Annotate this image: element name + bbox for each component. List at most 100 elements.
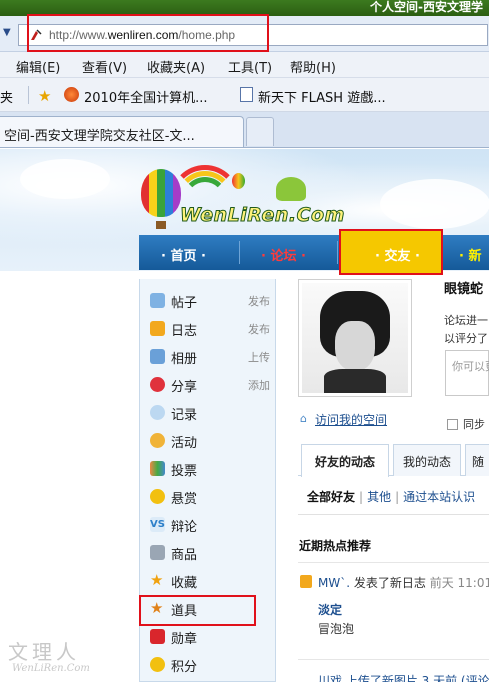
sidebar-item-share[interactable]: 分享 添加	[150, 376, 274, 396]
vs-icon: VS	[150, 517, 165, 532]
page-icon	[240, 87, 253, 102]
sidebar-item-debate[interactable]: VS 辩论	[150, 516, 274, 536]
nav-friends-active[interactable]: · 交友 ·	[339, 229, 443, 275]
feed-entry-sub: 冒泡泡	[318, 622, 355, 636]
nav-forum[interactable]: · 论坛 ·	[261, 245, 306, 264]
feed-entry-title[interactable]: 淡定	[318, 601, 342, 618]
avatar-body	[324, 369, 386, 393]
sidebar-item-label: 相册	[171, 352, 198, 367]
sidebar-item-label: 活动	[171, 436, 198, 451]
sidebar-action-upload[interactable]: 上传	[248, 349, 270, 365]
sidebar-item-medal[interactable]: 勋章	[150, 628, 274, 648]
filter-other[interactable]: 其他	[367, 490, 391, 504]
window-title: 个人空间-西安文理学	[370, 0, 483, 14]
sidebar-action-post[interactable]: 发布	[248, 293, 270, 309]
sidebar-item-label: 分享	[171, 380, 198, 395]
sidebar-item-points[interactable]: 积分	[150, 656, 274, 676]
web-page: WenLiRen.Com · 首页 · · 论坛 · · 新 · 交友 · 帖子…	[0, 149, 489, 682]
tab-label: 我的动态	[402, 455, 451, 469]
sidebar-item-label: 商品	[171, 548, 198, 563]
heart-icon	[150, 377, 165, 392]
feed-item-2[interactable]: 川戏 上传了新图片 3 天前 (评论	[318, 672, 489, 682]
sidebar-item-label: 投票	[171, 464, 198, 479]
sidebar-action-add[interactable]: 添加	[248, 377, 270, 393]
gold-icon	[150, 489, 165, 504]
feed-time: 前天 11:01	[429, 576, 489, 590]
feed-user-link[interactable]: MW`.	[318, 576, 350, 590]
favorite-item-1[interactable]: 2010年全国计算机...	[84, 87, 207, 106]
status-placeholder: 你可以更	[452, 360, 489, 373]
nav-friends: · 交友 ·	[375, 249, 420, 264]
watermark-sub: WenLiRen.Com	[12, 663, 90, 674]
dropdown-arrow-icon[interactable]: ▼	[3, 27, 11, 38]
chat-icon	[150, 405, 165, 420]
journal-icon	[300, 575, 312, 588]
menu-favorites[interactable]: 收藏夹(A)	[147, 57, 205, 76]
sidebar-action-post[interactable]: 发布	[248, 321, 270, 337]
avatar[interactable]	[298, 279, 412, 397]
cloud	[380, 179, 489, 229]
sidebar-item-label: 记录	[171, 408, 198, 423]
divider	[298, 562, 489, 563]
sync-checkbox[interactable]	[447, 419, 458, 430]
favorite-item-2[interactable]: 新天下 FLASH 遊戲...	[258, 87, 386, 106]
menu-bar: 编辑(E) 查看(V) 收藏夹(A) 工具(T) 帮助(H)	[0, 52, 489, 78]
tab-bar: 空间-西安文理学院交友社区-文...	[0, 112, 489, 148]
feed-tabs: 好友的动态 我的动态 随	[298, 442, 489, 477]
tab-random[interactable]: 随	[465, 444, 489, 476]
balloon-basket	[156, 221, 166, 229]
tab-my-feed[interactable]: 我的动态	[393, 444, 461, 476]
status-input[interactable]: 你可以更	[445, 350, 489, 396]
cloud	[20, 159, 110, 199]
sidebar-item-journal[interactable]: 日志 发布	[150, 320, 274, 340]
feed-action: 发表了新日志	[353, 576, 426, 590]
visit-space-link[interactable]: 访问我的空间	[315, 411, 387, 428]
filter-site-met[interactable]: 通过本站认识	[403, 490, 475, 504]
sidebar-item-album[interactable]: 相册 上传	[150, 348, 274, 368]
sidebar-item-activity[interactable]: 活动	[150, 432, 274, 452]
site-logo[interactable]: WenLiRen.Com	[180, 204, 345, 227]
profile-desc: 论坛进一	[444, 314, 488, 327]
sidebar-item-reward[interactable]: 悬赏	[150, 488, 274, 508]
small-balloon-icon	[232, 173, 245, 189]
sidebar-item-label: 积分	[171, 660, 198, 675]
separator	[28, 86, 29, 104]
sidebar-item-posts[interactable]: 帖子 发布	[150, 292, 274, 312]
favorites-bar: 夹 ★ 2010年全国计算机... 新天下 FLASH 遊戲...	[0, 78, 489, 112]
nav-divider	[239, 241, 240, 264]
nav-new[interactable]: · 新	[459, 245, 481, 264]
sidebar-item-favorites[interactable]: ★ 收藏	[150, 572, 274, 592]
url-highlight-box	[27, 14, 269, 52]
cart-icon	[150, 545, 165, 560]
site-ball-icon	[64, 87, 79, 102]
sidebar-item-record[interactable]: 记录	[150, 404, 274, 424]
sidebar-item-label: 勋章	[171, 632, 198, 647]
sidebar-item-goods[interactable]: 商品	[150, 544, 274, 564]
nav-divider	[337, 241, 338, 264]
feed-item: MW`. 发表了新日志 前天 11:01	[318, 574, 489, 591]
tab-friends-feed[interactable]: 好友的动态	[301, 444, 389, 477]
profile-name[interactable]: 眼镜蛇	[444, 278, 483, 297]
menu-edit[interactable]: 编辑(E)	[16, 57, 60, 76]
section-title: 近期热点推荐	[299, 539, 372, 553]
divider	[298, 514, 489, 515]
sidebar-item-label: 辩论	[171, 520, 198, 535]
sidebar-item-label: 日志	[171, 324, 198, 339]
menu-view[interactable]: 查看(V)	[82, 57, 127, 76]
add-favorite-star-icon[interactable]: ★	[38, 87, 51, 105]
menu-help[interactable]: 帮助(H)	[290, 57, 336, 76]
new-tab-button[interactable]	[246, 117, 274, 146]
watermark: 文理人	[8, 640, 80, 664]
tab-label: 随	[471, 455, 484, 469]
divider	[298, 659, 489, 660]
nav-home[interactable]: · 首页 ·	[161, 245, 206, 264]
menu-tools[interactable]: 工具(T)	[228, 57, 272, 76]
photo-icon	[150, 349, 165, 364]
star-icon: ★	[150, 571, 164, 589]
browser-tab[interactable]: 空间-西安文理学院交友社区-文...	[0, 116, 244, 147]
favorites-folder[interactable]: 夹	[0, 87, 13, 106]
leaf-icon	[276, 177, 306, 201]
sidebar-item-vote[interactable]: 投票	[150, 460, 274, 480]
sidebar-item-label: 收藏	[171, 576, 198, 591]
filter-all-friends[interactable]: 全部好友	[307, 490, 355, 504]
